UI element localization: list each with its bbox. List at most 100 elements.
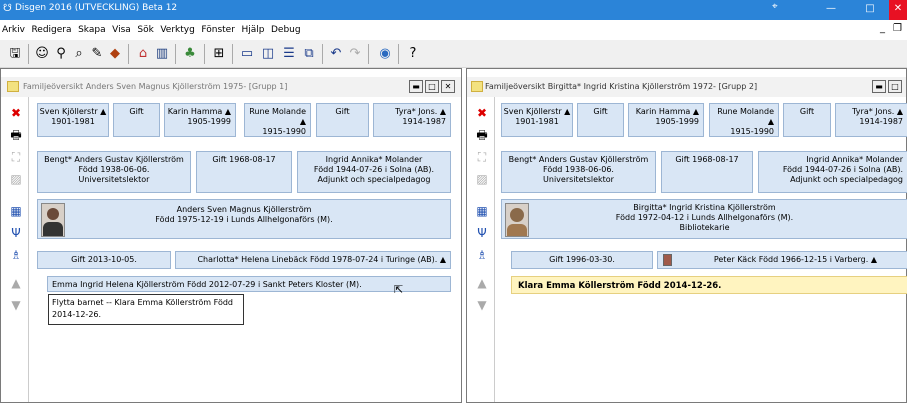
grandparents-maternal-marriage[interactable]: Gift — [783, 103, 831, 137]
edit-icon[interactable]: ✎ — [88, 45, 106, 63]
window-cascade-icon[interactable]: ⧉ — [300, 45, 318, 63]
grandparents-maternal-marriage[interactable]: Gift — [316, 103, 369, 137]
descendants-icon[interactable]: ♗ — [474, 247, 490, 263]
child-row[interactable]: Emma Ingrid Helena Kjöllerström Född 201… — [47, 276, 451, 292]
grandfather-maternal[interactable]: Rune Molande ▲ 1915-1990 — [709, 103, 779, 137]
menu-skapa[interactable]: Skapa — [76, 20, 108, 40]
person-icon[interactable]: ☺ — [33, 45, 51, 63]
print-icon[interactable]: 🖶 — [474, 127, 490, 143]
move-down-icon[interactable]: ▼ — [8, 297, 24, 313]
left-window-title: Familjeöversikt Anders Sven Magnus Kjöll… — [23, 82, 288, 91]
pin-icon[interactable]: ⌖ — [772, 1, 778, 12]
toolbar: 🖫 ☺ ⚲ ⌕ ✎ ◆ ⌂ ▥ ♣ ⊞ ▭ ◫ ☰ ⧉ ↶ ↷ ◉ ? — [0, 40, 907, 68]
right-family-window: Familjeöversikt Birgitta* Ingrid Kristin… — [466, 68, 907, 403]
save-icon[interactable]: 🖫 — [6, 45, 24, 63]
binoculars-icon[interactable]: ⌕ — [70, 45, 88, 63]
ancestors-icon[interactable]: Ψ — [8, 225, 24, 241]
globe-icon[interactable]: ◉ — [376, 45, 394, 63]
undo-icon[interactable]: ↶ — [327, 45, 345, 63]
image-icon[interactable]: ▨ — [474, 171, 490, 187]
mouse-cursor-icon: ⇱ — [394, 283, 404, 296]
main-person-photo — [41, 203, 65, 237]
left-maximize-button[interactable]: □ — [425, 80, 439, 93]
window-single-icon[interactable]: ▭ — [238, 45, 256, 63]
tree-icon[interactable]: ♣ — [181, 45, 199, 63]
main-person-box[interactable]: Anders Sven Magnus Kjöllerström Född 197… — [37, 199, 451, 239]
help-icon[interactable]: ? — [404, 45, 422, 63]
right-window-title: Familjeöversikt Birgitta* Ingrid Kristin… — [485, 82, 758, 91]
books-icon[interactable]: ▥ — [153, 45, 171, 63]
bookmark-icon[interactable]: ◆ — [106, 45, 124, 63]
maximize-button[interactable]: □ — [852, 0, 888, 20]
move-down-icon[interactable]: ▼ — [474, 297, 490, 313]
app-icon: ☋ — [3, 3, 12, 14]
grandmother-maternal[interactable]: Tyra* Jons. ▲ 1914-1987 — [835, 103, 907, 137]
left-window-titlebar: Familjeöversikt Anders Sven Magnus Kjöll… — [1, 77, 461, 97]
parents-marriage-box[interactable]: Gift 1968-08-17 — [661, 151, 753, 193]
move-up-icon[interactable]: ▲ — [8, 275, 24, 291]
app-title-bar: ☋ Disgen 2016 (UTVECKLING) Beta 12 ⌖ — □… — [0, 0, 907, 20]
spouse-photo — [663, 254, 672, 266]
spouse-box[interactable]: Charlotta* Helena Linebäck Född 1978-07-… — [175, 251, 451, 269]
menu-hjalp[interactable]: Hjälp — [239, 20, 266, 40]
delete-icon[interactable]: ✖ — [8, 105, 24, 121]
menu-bar: Arkiv Redigera Skapa Visa Sök Verktyg Fö… — [0, 20, 907, 40]
family-tree-icon[interactable]: ⛶ — [474, 149, 490, 165]
mother-box[interactable]: Ingrid Annika* Molander Född 1944-07-26 … — [297, 151, 451, 193]
delete-icon[interactable]: ✖ — [474, 105, 490, 121]
grandfather-paternal[interactable]: Sven Kjöllerstr ▲ 1901-1981 — [37, 103, 109, 137]
mdi-minimize-icon[interactable]: _ — [880, 23, 885, 34]
mother-box[interactable]: Ingrid Annika* Molander Född 1944-07-26 … — [758, 151, 907, 193]
image-icon[interactable]: ▨ — [8, 171, 24, 187]
home-icon[interactable]: ⌂ — [134, 45, 152, 63]
child-row[interactable]: Klara Emma Köllerström Född 2014-12-26. — [511, 276, 907, 294]
menu-redigera[interactable]: Redigera — [29, 20, 73, 40]
menu-fonster[interactable]: Fönster — [199, 20, 237, 40]
grandmother-paternal[interactable]: Karin Hamma ▲ 1905-1999 — [628, 103, 704, 137]
pedigree-icon[interactable]: ▦ — [474, 203, 490, 219]
pedigree-icon[interactable]: ▦ — [8, 203, 24, 219]
main-person-photo — [505, 203, 529, 237]
father-box[interactable]: Bengt* Anders Gustav Kjöllerström Född 1… — [501, 151, 656, 193]
right-window-titlebar: Familjeöversikt Birgitta* Ingrid Kristin… — [467, 77, 906, 97]
menu-verktyg[interactable]: Verktyg — [158, 20, 196, 40]
move-child-tooltip: Flytta barnet -- Klara Emma Köllerström … — [48, 294, 244, 325]
main-person-box[interactable]: Birgitta* Ingrid Kristina Kjöllerström F… — [501, 199, 907, 239]
spouse-marriage-box[interactable]: Gift 2013-10-05. — [37, 251, 171, 269]
window-vertical-icon[interactable]: ◫ — [259, 45, 277, 63]
right-minimize-button[interactable]: ▬ — [872, 80, 886, 93]
menu-sok[interactable]: Sök — [135, 20, 155, 40]
move-up-icon[interactable]: ▲ — [474, 275, 490, 291]
menu-arkiv[interactable]: Arkiv — [0, 20, 27, 40]
window-horizontal-icon[interactable]: ☰ — [280, 45, 298, 63]
spouse-marriage-box[interactable]: Gift 1996-03-30. — [511, 251, 653, 269]
grandmother-maternal[interactable]: Tyra* Jons. ▲ 1914-1987 — [373, 103, 451, 137]
parents-marriage-box[interactable]: Gift 1968-08-17 — [196, 151, 292, 193]
search-person-icon[interactable]: ⚲ — [52, 45, 70, 63]
print-icon[interactable]: 🖶 — [8, 127, 24, 143]
redo-icon[interactable]: ↷ — [346, 45, 364, 63]
ancestors-icon[interactable]: Ψ — [474, 225, 490, 241]
mdi-restore-icon[interactable]: ❐ — [893, 23, 902, 34]
grandfather-paternal[interactable]: Sven Kjöllerstr ▲ 1901-1981 — [501, 103, 573, 137]
app-title: Disgen 2016 (UTVECKLING) Beta 12 — [15, 3, 178, 13]
menu-visa[interactable]: Visa — [110, 20, 133, 40]
chart-icon[interactable]: ⊞ — [210, 45, 228, 63]
grandfather-maternal[interactable]: Rune Molande ▲ 1915-1990 — [244, 103, 311, 137]
grandparents-paternal-marriage[interactable]: Gift — [577, 103, 624, 137]
left-minimize-button[interactable]: ▬ — [409, 80, 423, 93]
minimize-button[interactable]: — — [813, 0, 849, 20]
family-window-icon — [7, 81, 19, 92]
left-close-button[interactable]: ✕ — [441, 80, 455, 93]
father-box[interactable]: Bengt* Anders Gustav Kjöllerström Född 1… — [37, 151, 191, 193]
descendants-icon[interactable]: ♗ — [8, 247, 24, 263]
grandparents-paternal-marriage[interactable]: Gift — [113, 103, 160, 137]
family-window-icon — [471, 81, 483, 92]
grandmother-paternal[interactable]: Karin Hamma ▲ 1905-1999 — [164, 103, 236, 137]
family-tree-icon[interactable]: ⛶ — [8, 149, 24, 165]
menu-debug[interactable]: Debug — [269, 20, 303, 40]
spouse-box[interactable]: Peter Käck Född 1966-12-15 i Varberg. ▲ — [657, 251, 907, 269]
close-button[interactable]: ✕ — [889, 0, 907, 20]
left-side-toolbar: ✖ 🖶 ⛶ ▨ ▦ Ψ ♗ ▲ ▼ — [1, 97, 29, 402]
right-maximize-button[interactable]: □ — [888, 80, 902, 93]
